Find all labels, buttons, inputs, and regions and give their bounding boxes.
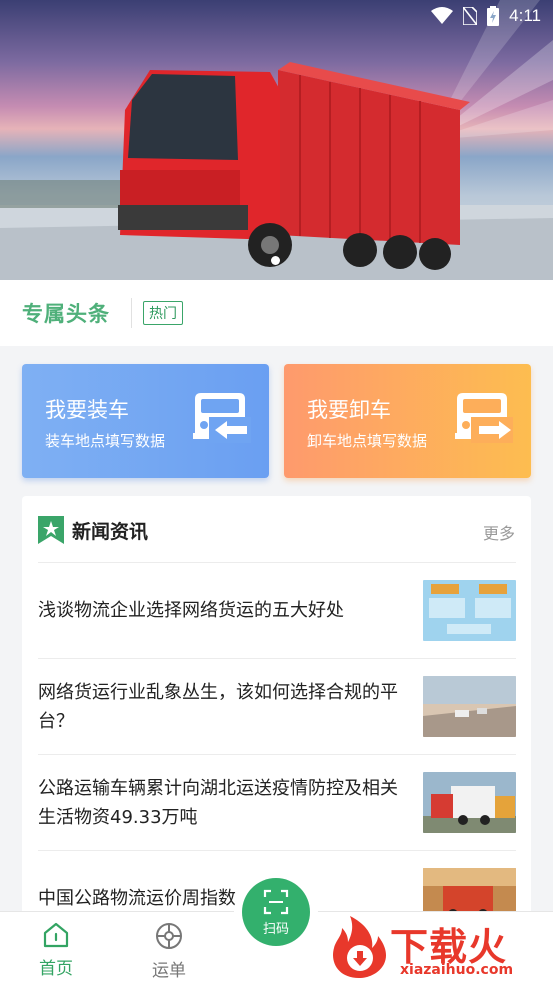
card-title: 我要装车: [45, 398, 129, 422]
battery-charging-icon: [487, 6, 500, 26]
headline-bar[interactable]: 专属头条 热门: [0, 280, 553, 346]
news-item-title: 浅谈物流企业选择网络货运的五大好处: [38, 600, 344, 621]
news-thumbnail: [423, 580, 516, 641]
banner-carousel[interactable]: 4:11: [0, 0, 553, 280]
news-thumbnail: [423, 772, 516, 833]
scan-button-wrap: 扫码: [234, 870, 318, 954]
tab-orders[interactable]: 运单: [129, 918, 209, 981]
no-sim-icon: [463, 7, 478, 25]
more-link[interactable]: 更多: [483, 520, 515, 544]
wifi-icon: [431, 7, 454, 24]
scan-label: 扫码: [262, 922, 289, 937]
divider: [131, 298, 132, 328]
news-item[interactable]: 公路运输车辆累计向湖北运送疫情防控及相关生活物资49.33万吨: [38, 754, 516, 850]
card-title: 我要卸车: [307, 398, 391, 422]
truck-banner-image: [0, 0, 553, 280]
load-cargo-button[interactable]: 我要装车 装车地点填写数据: [22, 364, 269, 478]
news-title: 新闻资讯: [72, 521, 149, 543]
star-bookmark-icon: [38, 516, 64, 544]
scan-icon: [263, 889, 289, 915]
card-subtitle: 卸车地点填写数据: [307, 432, 428, 450]
tab-home-label: 首页: [39, 959, 73, 979]
unload-cargo-button[interactable]: 我要卸车 卸车地点填写数据: [284, 364, 531, 478]
news-header: 新闻资讯 更多: [22, 496, 531, 562]
clock: 4:11: [509, 6, 541, 25]
watermark-logo: 下载火 xiazaihuo.com: [326, 912, 551, 982]
scan-button[interactable]: 扫码: [242, 878, 310, 946]
home-icon: [43, 922, 69, 948]
flame-logo-icon: [333, 916, 386, 978]
headline-title: 专属头条: [22, 302, 110, 326]
card-subtitle: 装车地点填写数据: [45, 432, 166, 450]
truck-unload-icon: [455, 393, 513, 443]
watermark-url: xiazaihuo.com: [400, 962, 514, 978]
news-thumbnail: [423, 676, 516, 737]
tab-orders-label: 运单: [152, 961, 186, 981]
news-item-title: 公路运输车辆累计向湖北运送疫情防控及相关生活物资49.33万吨: [38, 777, 398, 828]
news-item[interactable]: 浅谈物流企业选择网络货运的五大好处: [38, 562, 516, 658]
hot-tag: 热门: [143, 301, 183, 325]
carousel-indicator-dot[interactable]: [271, 256, 280, 265]
tab-home[interactable]: 首页: [16, 918, 96, 980]
news-item-title: 网络货运行业乱象丛生，该如何选择合规的平台？: [38, 681, 398, 732]
wheel-icon: [156, 923, 182, 949]
status-bar: 4:11: [0, 0, 553, 32]
news-item[interactable]: 网络货运行业乱象丛生，该如何选择合规的平台？: [38, 658, 516, 754]
truck-load-icon: [193, 393, 251, 443]
